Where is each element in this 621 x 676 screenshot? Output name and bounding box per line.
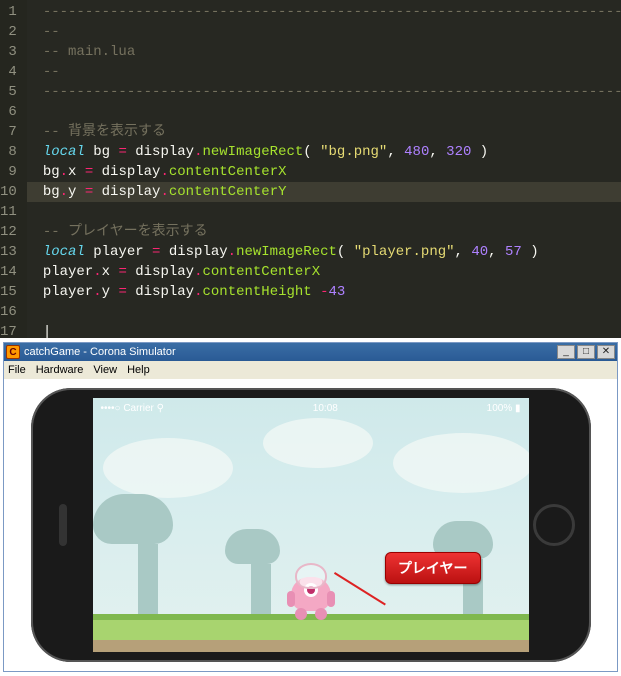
device-status-bar: ••••○ Carrier ⚲ 10:08 100% ▮ <box>93 400 529 416</box>
code-line[interactable]: bg.x = display.contentCenterX <box>43 162 621 182</box>
window-minimize-button[interactable]: _ <box>557 345 575 359</box>
code-area[interactable]: ----------------------------------------… <box>27 0 621 338</box>
home-button-icon[interactable] <box>533 504 575 546</box>
line-number: 12 <box>0 222 17 242</box>
callout-pointer-icon <box>335 572 391 608</box>
window-maximize-button[interactable]: □ <box>577 345 595 359</box>
line-number: 8 <box>0 142 17 162</box>
status-carrier: ••••○ Carrier ⚲ <box>101 403 164 414</box>
line-number: 1 <box>0 2 17 22</box>
menu-bar: File Hardware View Help <box>4 361 617 379</box>
code-line[interactable]: ----------------------------------------… <box>43 82 621 102</box>
status-time: 10:08 <box>313 403 338 414</box>
line-number: 14 <box>0 262 17 282</box>
code-line[interactable]: -- <box>43 62 621 82</box>
code-line[interactable] <box>43 202 621 222</box>
code-line[interactable]: player.x = display.contentCenterX <box>43 262 621 282</box>
code-line[interactable]: -- 背景を表示する <box>43 122 621 142</box>
phone-screen[interactable]: ••••○ Carrier ⚲ 10:08 100% ▮ <box>93 398 529 652</box>
code-line[interactable]: ----------------------------------------… <box>43 2 621 22</box>
window-title: catchGame - Corona Simulator <box>24 346 555 358</box>
line-number: 4 <box>0 62 17 82</box>
menu-file[interactable]: File <box>8 364 26 376</box>
line-number: 11 <box>0 202 17 222</box>
window-titlebar[interactable]: C catchGame - Corona Simulator _ □ ✕ <box>4 343 617 361</box>
menu-help[interactable]: Help <box>127 364 150 376</box>
code-line[interactable]: -- main.lua <box>43 42 621 62</box>
tree-icon <box>243 529 280 614</box>
line-number: 16 <box>0 302 17 322</box>
player-sprite <box>291 563 331 620</box>
code-line[interactable] <box>43 102 621 122</box>
line-number: 5 <box>0 82 17 102</box>
cloud-icon <box>393 433 529 493</box>
code-line[interactable]: -- <box>43 22 621 42</box>
code-line[interactable]: player.y = display.contentHeight -43 <box>43 282 621 302</box>
code-line[interactable]: bg.y = display.contentCenterY <box>27 182 621 202</box>
player-callout: プレイヤー <box>385 552 481 584</box>
status-battery: 100% ▮ <box>487 403 521 414</box>
line-number: 7 <box>0 122 17 142</box>
line-number: 10 <box>0 182 17 202</box>
code-line[interactable]: local bg = display.newImageRect( "bg.png… <box>43 142 621 162</box>
line-number: 9 <box>0 162 17 182</box>
line-number: 2 <box>0 22 17 42</box>
line-number: 3 <box>0 42 17 62</box>
menu-hardware[interactable]: Hardware <box>36 364 84 376</box>
line-number: 15 <box>0 282 17 302</box>
line-number-gutter: 1234567891011121314151617 <box>0 0 27 338</box>
line-number: 6 <box>0 102 17 122</box>
line-number: 17 <box>0 322 17 342</box>
code-editor: 1234567891011121314151617 --------------… <box>0 0 621 338</box>
callout-label: プレイヤー <box>385 552 481 584</box>
phone-device-frame: ••••○ Carrier ⚲ 10:08 100% ▮ <box>31 388 591 662</box>
code-line[interactable]: | <box>43 322 621 342</box>
cloud-icon <box>103 438 233 498</box>
menu-view[interactable]: View <box>93 364 117 376</box>
code-line[interactable]: -- プレイヤーを表示する <box>43 222 621 242</box>
tree-icon <box>123 494 173 614</box>
simulator-body: ••••○ Carrier ⚲ 10:08 100% ▮ <box>4 379 617 671</box>
code-line[interactable] <box>43 302 621 322</box>
cloud-icon <box>263 418 373 468</box>
window-close-button[interactable]: ✕ <box>597 345 615 359</box>
game-canvas: プレイヤー <box>93 398 529 652</box>
corona-simulator-window: C catchGame - Corona Simulator _ □ ✕ Fil… <box>3 342 618 672</box>
code-line[interactable]: local player = display.newImageRect( "pl… <box>43 242 621 262</box>
app-icon: C <box>6 345 20 359</box>
line-number: 13 <box>0 242 17 262</box>
